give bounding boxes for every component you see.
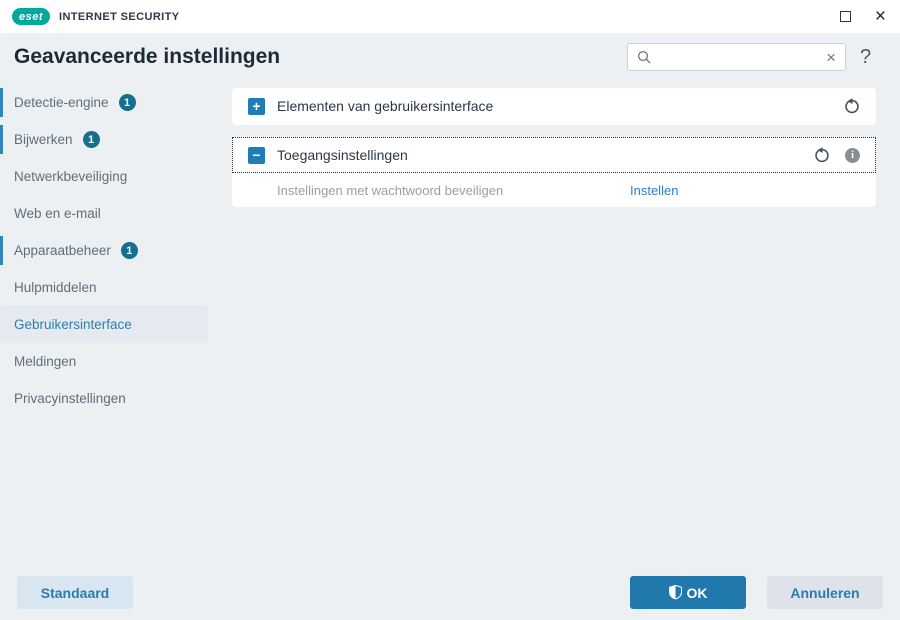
annuleren-button-label: Annuleren [790, 584, 860, 601]
search-icon [637, 50, 651, 64]
uac-shield-icon [668, 585, 682, 600]
expand-plus-icon[interactable]: + [248, 97, 265, 115]
search-box[interactable]: × [627, 43, 846, 71]
sidebar-item-label: Gebruikersinterface [14, 317, 132, 332]
ok-button-label: OK [686, 584, 708, 601]
password-protect-setting-row: Instellingen met wachtwoord beveiligen I… [232, 173, 876, 207]
search-clear-icon[interactable]: × [826, 49, 836, 66]
sidebar-item-detectie-engine[interactable]: Detectie-engine 1 [0, 84, 208, 121]
sidebar-item-netwerkbeveiliging[interactable]: Netwerkbeveiliging [0, 158, 208, 195]
maximize-icon[interactable] [839, 11, 851, 22]
attention-count-badge: 1 [120, 242, 138, 259]
sidebar: Detectie-engine 1 Bijwerken 1 Netwerkbev… [0, 84, 230, 417]
revert-icon[interactable] [843, 97, 860, 115]
section-title: Toegangsinstellingen [277, 147, 408, 163]
sidebar-item-label: Bijwerken [14, 132, 73, 147]
instellen-link[interactable]: Instellen [630, 183, 678, 198]
section-header-focused[interactable]: − Toegangsinstellingen i [232, 137, 876, 173]
sidebar-item-gebruikersinterface[interactable]: Gebruikersinterface [0, 306, 208, 343]
search-input[interactable] [651, 49, 827, 65]
section-toegangsinstellingen: − Toegangsinstellingen i Instellingen me… [232, 137, 876, 207]
sidebar-item-label: Apparaatbeheer [14, 243, 111, 258]
sidebar-item-apparaatbeheer[interactable]: Apparaatbeheer 1 [0, 232, 208, 269]
product-name: INTERNET SECURITY [59, 10, 180, 23]
sidebar-item-label: Netwerkbeveiliging [14, 169, 128, 184]
setting-label: Instellingen met wachtwoord beveiligen [277, 182, 504, 198]
sidebar-item-label: Privacyinstellingen [14, 391, 126, 406]
collapse-minus-icon[interactable]: − [248, 146, 265, 164]
attention-count-badge: 1 [82, 131, 100, 148]
standaard-button[interactable]: Standaard [17, 576, 133, 609]
window-titlebar: eset INTERNET SECURITY × [0, 0, 900, 33]
attention-accent-bar [0, 236, 3, 265]
revert-icon[interactable] [813, 146, 830, 164]
annuleren-button[interactable]: Annuleren [767, 576, 883, 609]
page-title: Geavanceerde instellingen [14, 45, 281, 68]
section-header[interactable]: + Elementen van gebruikersinterface [232, 88, 876, 124]
sidebar-item-hulpmiddelen[interactable]: Hulpmiddelen [0, 269, 208, 306]
ok-button[interactable]: OK [630, 576, 746, 609]
sidebar-item-label: Hulpmiddelen [14, 280, 97, 295]
sidebar-item-web-en-email[interactable]: Web en e-mail [0, 195, 208, 232]
eset-logo: eset [12, 8, 50, 25]
standaard-button-label: Standaard [40, 584, 110, 601]
info-icon[interactable]: i [845, 147, 860, 163]
section-elementen-van-gebruikersinterface: + Elementen van gebruikersinterface [232, 88, 876, 125]
attention-accent-bar [0, 88, 3, 117]
close-icon[interactable]: × [875, 7, 886, 26]
attention-count-badge: 1 [118, 94, 136, 111]
window-controls: × [839, 7, 886, 26]
sidebar-item-label: Detectie-engine [14, 95, 109, 110]
sidebar-item-privacyinstellingen[interactable]: Privacyinstellingen [0, 380, 208, 417]
sidebar-item-bijwerken[interactable]: Bijwerken 1 [0, 121, 208, 158]
sidebar-item-meldingen[interactable]: Meldingen [0, 343, 208, 380]
attention-accent-bar [0, 125, 3, 154]
section-title: Elementen van gebruikersinterface [277, 98, 494, 114]
sidebar-item-label: Web en e-mail [14, 206, 101, 221]
help-icon[interactable]: ? [860, 46, 871, 69]
sidebar-item-label: Meldingen [14, 354, 77, 369]
